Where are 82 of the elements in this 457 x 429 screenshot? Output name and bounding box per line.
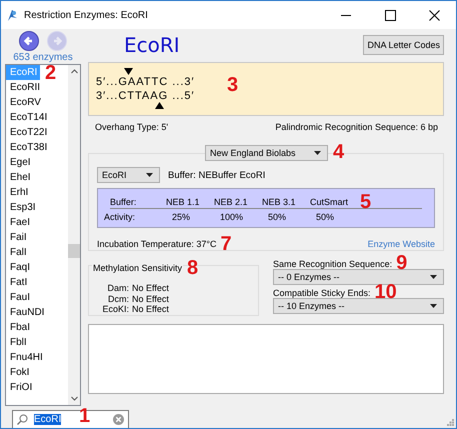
clear-icon[interactable] (113, 414, 124, 425)
strand-end-label: ...3′ (171, 76, 195, 88)
dna-bases: CTTAA (118, 90, 159, 102)
table-cell-text: 50% (267, 212, 288, 222)
caret-icon (430, 275, 437, 279)
table-cell-text: 100% (219, 212, 244, 222)
enzyme-list-item[interactable]: EgeI (6, 155, 34, 170)
table-cell-text: Activity: (104, 212, 136, 222)
enzyme-list-item[interactable]: FbaI (6, 320, 34, 335)
resize-grip-icon[interactable] (447, 419, 454, 426)
enzyme-list-item[interactable]: Fnu4HI (6, 350, 46, 365)
supplier-dropdown[interactable]: New England Biolabs (205, 145, 328, 161)
table-header: CutSmart (310, 197, 350, 207)
overhang-type-text: Overhang Type: 5' (95, 122, 168, 132)
table-header: NEB 1.1 (166, 197, 201, 207)
table-header: Buffer: (110, 197, 138, 207)
caret-icon (314, 151, 321, 155)
enzyme-list-item[interactable]: FatI (6, 275, 30, 290)
dna-bases: G (118, 76, 128, 88)
enzyme-list-item[interactable]: EcoRII (6, 80, 44, 95)
enzyme-list-item[interactable]: Esp3I (6, 200, 39, 215)
window-title: Restriction Enzymes: EcoRI (24, 10, 149, 20)
cut-site-marker-icon (124, 68, 133, 75)
scrollbar-thumb[interactable] (68, 244, 80, 258)
search-icon (17, 414, 28, 425)
caret-icon (146, 173, 153, 177)
enzyme-title: EcoRI (124, 33, 180, 57)
methylation-label: Dam: (106, 283, 129, 294)
table-header: NEB 3.1 (262, 197, 297, 207)
methylation-value: No Effect (132, 294, 170, 304)
enzyme-list-item[interactable]: EcoT22I (6, 125, 50, 140)
callout-number: 3 (227, 75, 240, 95)
enzyme-list-item[interactable]: FaqI (6, 260, 34, 275)
close-icon[interactable] (428, 10, 440, 20)
enzyme-dropdown[interactable]: EcoRI (97, 167, 160, 183)
enzyme-list-item[interactable]: FokI (6, 365, 32, 380)
methylation-value: No Effect (132, 283, 170, 294)
callout-number: 2 (45, 63, 56, 83)
enzyme-list-item[interactable]: ErhI (6, 185, 32, 200)
caret-icon (430, 304, 437, 308)
dna-bases: G (158, 90, 168, 102)
same-recognition-dropdown[interactable]: -- 0 Enzymes -- (273, 269, 444, 285)
cut-site-marker-icon (154, 102, 164, 109)
table-cell-text: 25% (171, 212, 192, 222)
enzyme-list-item[interactable]: EheI (6, 170, 34, 185)
maximize-icon[interactable] (384, 10, 396, 20)
table-header: NEB 2.1 (214, 197, 249, 207)
enzyme-list-item[interactable]: FalI (6, 245, 30, 260)
enzyme-website-link[interactable]: Enzyme Website (368, 239, 435, 249)
buffer-text: Buffer: NEBuffer EcoRI (168, 170, 266, 180)
incubation-temperature-text: Incubation Temperature: 37°C (97, 239, 217, 249)
enzyme-list-item[interactable]: FauNDI (6, 305, 48, 320)
enzyme-list-item[interactable]: EcoT38I (6, 140, 50, 155)
app-logo-icon (7, 8, 18, 22)
scrollbar[interactable] (68, 65, 80, 405)
callout-number: 5 (360, 192, 372, 212)
strand-end-label: 5′... (96, 76, 118, 88)
callout-number: 8 (187, 258, 198, 278)
group-title: Methylation Sensitivity (92, 263, 184, 273)
dna-letter-codes-button[interactable]: DNA Letter Codes (363, 35, 444, 55)
enzyme-list-item[interactable]: FaeI (6, 215, 34, 230)
field-label: Compatible Sticky Ends: (273, 288, 371, 298)
enzyme-count: 653 enzymes (12, 52, 74, 63)
enzyme-list-item[interactable]: FauI (6, 290, 34, 305)
strand-end-label: ...5′ (171, 90, 195, 102)
strand-end-label: 3′... (96, 90, 118, 102)
callout-number: 7 (220, 234, 232, 254)
enzyme-list-item[interactable]: FaiI (6, 230, 30, 245)
dna-bases: AATTC (128, 76, 168, 88)
field-label: Same Recognition Sequence: (273, 259, 392, 269)
back-arrow-button[interactable] (19, 31, 39, 51)
methylation-label: Dcm: (107, 294, 129, 304)
table-cell-text: 50% (315, 212, 336, 222)
enzyme-list-item[interactable]: FriOI (6, 380, 36, 395)
palindromic-sequence-text: Palindromic Recognition Sequence: 6 bp (275, 122, 438, 132)
methylation-value: No Effect (132, 304, 170, 314)
methylation-label: EcoKI: (101, 304, 129, 314)
enzyme-list-item[interactable]: EcoT14I (6, 110, 50, 125)
callout-number: 4 (333, 142, 344, 162)
sticky-ends-dropdown[interactable]: -- 10 Enzymes -- (273, 298, 444, 314)
enzyme-list-item[interactable]: FblI (6, 335, 30, 350)
enzyme-list-item[interactable]: EcoRV (6, 95, 44, 110)
